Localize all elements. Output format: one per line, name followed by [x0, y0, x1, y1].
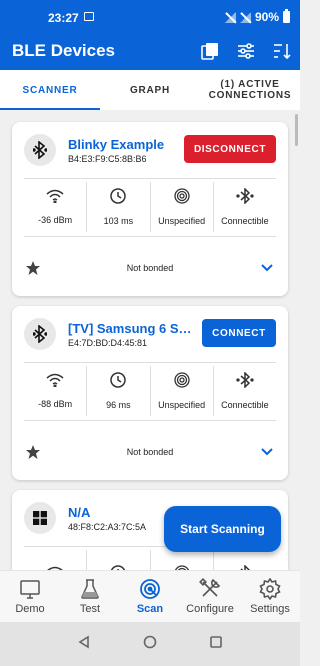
device-address: 48:F8:C2:A3:7C:5A — [68, 522, 147, 532]
tx-power-stat — [151, 550, 214, 570]
chevron-down-icon[interactable] — [258, 259, 276, 277]
interval-value: 103 ms — [103, 216, 134, 226]
start-scanning-button[interactable]: Start Scanning — [164, 506, 281, 552]
flask-icon — [79, 578, 101, 600]
star-icon[interactable] — [24, 259, 42, 277]
bluetooth-connect-icon — [236, 371, 254, 393]
radio-waves-icon — [173, 372, 190, 393]
app-bar: BLE Devices — [0, 34, 300, 70]
library-icon[interactable] — [198, 39, 222, 63]
device-card[interactable]: Blinky Example B4:E3:F9:C5:8B:B6 DISCONN… — [12, 122, 288, 296]
rssi-stat: -36 dBm — [24, 182, 88, 232]
device-stats: -88 dBm 96 ms Unspecified Connectible — [24, 366, 276, 416]
back-icon[interactable] — [77, 635, 91, 654]
clock-icon — [110, 372, 127, 393]
rssi-stat: -88 dBm — [24, 366, 88, 416]
radio-waves-icon — [173, 188, 190, 209]
nav-label: Scan — [136, 603, 164, 615]
interval-stat — [87, 550, 151, 570]
scan-icon — [139, 578, 161, 600]
rssi-stat — [24, 550, 88, 570]
device-address: B4:E3:F9:C5:8B:B6 — [68, 154, 147, 164]
nav-test[interactable]: Test — [60, 571, 120, 622]
wifi-signal-icon — [46, 189, 64, 208]
nav-settings[interactable]: Settings — [240, 571, 300, 622]
page-title: BLE Devices — [12, 41, 115, 60]
disconnect-button[interactable]: DISCONNECT — [184, 135, 276, 163]
device-name: [TV] Samsung 6 Series (43) — [68, 321, 192, 336]
wifi-signal-icon — [46, 373, 64, 392]
battery-percent: 90% — [254, 10, 279, 24]
connectable-stat: Connectible — [214, 182, 276, 232]
divider — [24, 362, 276, 363]
device-list[interactable]: Blinky Example B4:E3:F9:C5:8B:B6 DISCONN… — [0, 110, 300, 570]
interval-stat: 103 ms — [87, 182, 151, 232]
recents-icon[interactable] — [209, 635, 223, 654]
nav-label: Test — [79, 603, 101, 615]
nav-configure[interactable]: Configure — [180, 571, 240, 622]
bond-row[interactable]: Not bonded — [24, 440, 276, 464]
rssi-value: -36 dBm — [38, 215, 73, 225]
bond-status: Not bonded — [126, 263, 174, 273]
system-navigation-bar — [0, 622, 300, 666]
connectable-stat — [214, 550, 276, 570]
tx-power-value: Unspecified — [158, 216, 206, 226]
gear-icon — [259, 578, 281, 600]
signal-off-icon — [239, 11, 251, 23]
home-icon[interactable] — [143, 635, 157, 654]
connectable-value: Connectible — [221, 216, 269, 226]
connect-button[interactable]: CONNECT — [202, 319, 276, 347]
divider — [24, 236, 276, 237]
connectable-stat: Connectible — [214, 366, 276, 416]
tx-power-stat: Unspecified — [151, 182, 214, 232]
interval-value: 96 ms — [106, 400, 131, 410]
windows-icon — [24, 502, 56, 534]
divider — [24, 178, 276, 179]
tab-scanner[interactable]: SCANNER — [0, 70, 100, 110]
clock-icon — [110, 188, 127, 209]
nav-demo[interactable]: Demo — [0, 571, 60, 622]
tx-power-stat: Unspecified — [151, 366, 214, 416]
tab-active-connections[interactable]: (1) ACTIVE CONNECTIONS — [200, 70, 300, 110]
sort-icon[interactable] — [270, 39, 294, 63]
battery-icon — [283, 9, 290, 23]
interval-stat: 96 ms — [87, 366, 151, 416]
star-icon[interactable] — [24, 443, 42, 461]
bond-status: Not bonded — [126, 447, 174, 457]
nav-scan[interactable]: Scan — [120, 571, 180, 622]
scrollbar[interactable] — [295, 114, 298, 146]
divider — [24, 420, 276, 421]
device-stats: -36 dBm 103 ms Unspecified Connectible — [24, 182, 276, 232]
chevron-down-icon[interactable] — [258, 443, 276, 461]
bluetooth-connect-icon — [236, 187, 254, 209]
nav-label: Settings — [250, 603, 290, 615]
tools-icon — [199, 578, 221, 600]
device-address: E4:7D:BD:D4:45:81 — [68, 338, 148, 348]
rssi-value: -88 dBm — [38, 399, 73, 409]
device-card[interactable]: [TV] Samsung 6 Series (43) E4:7D:BD:D4:4… — [12, 306, 288, 480]
connectable-value: Connectible — [221, 400, 269, 410]
nav-label: Demo — [15, 603, 45, 615]
nav-label: Configure — [186, 603, 234, 615]
bond-row[interactable]: Not bonded — [24, 256, 276, 280]
bluetooth-icon — [24, 318, 56, 350]
status-time: 23:27 — [48, 11, 79, 25]
tab-bar: SCANNER GRAPH (1) ACTIVE CONNECTIONS — [0, 70, 300, 110]
status-bar: 23:27 90% — [0, 0, 300, 34]
bluetooth-icon — [24, 134, 56, 166]
bottom-nav: Demo Test Scan Configure Settings — [0, 570, 300, 622]
image-notification-icon — [84, 12, 94, 21]
tab-graph[interactable]: GRAPH — [100, 70, 200, 110]
device-stats — [24, 550, 276, 570]
status-indicators: 90% — [224, 9, 290, 24]
signal-off-icon — [224, 11, 236, 23]
filter-icon[interactable] — [234, 39, 258, 63]
demo-icon — [19, 578, 41, 600]
device-name: Blinky Example — [68, 137, 165, 152]
tx-power-value: Unspecified — [158, 400, 206, 410]
